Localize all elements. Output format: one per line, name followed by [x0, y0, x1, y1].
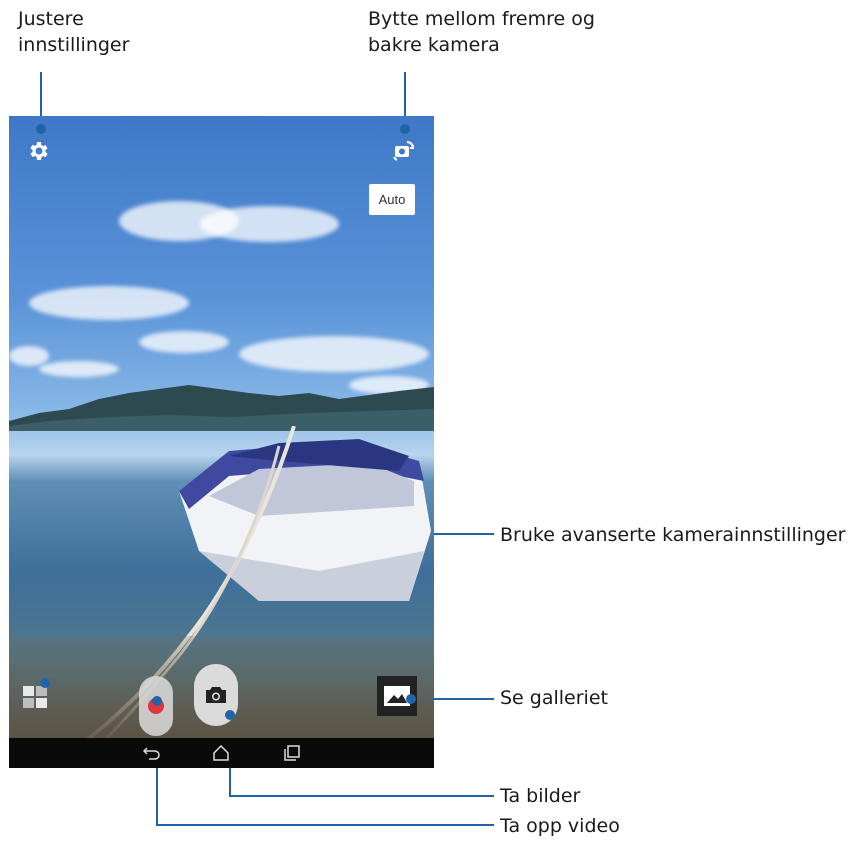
mode-auto-button[interactable]: Auto: [369, 184, 415, 215]
gear-icon: [30, 142, 48, 160]
camera-switch-icon: [393, 141, 414, 161]
switch-camera-button[interactable]: [389, 136, 419, 166]
recent-apps-button[interactable]: [281, 743, 303, 763]
annotation-dot-settings: [36, 124, 46, 134]
cloud: [199, 206, 339, 242]
callout-advanced: Bruke avanserte kamerainnstillinger: [500, 524, 846, 546]
annotation-line-photo-h: [229, 795, 494, 797]
callout-switch-line2: bakre kamera: [368, 34, 500, 56]
cloud: [139, 331, 229, 353]
annotation-dot-photo: [225, 710, 235, 720]
recent-apps-icon: [284, 745, 300, 761]
callout-settings: Justere innstillinger: [18, 6, 198, 58]
cloud: [29, 286, 189, 320]
annotation-dot-gallery: [406, 694, 416, 704]
settings-button[interactable]: [23, 136, 53, 166]
annotation-line-video-h: [156, 824, 494, 826]
home-button[interactable]: [210, 743, 232, 763]
camera-icon: [206, 687, 226, 703]
navigation-bar: [9, 738, 434, 768]
callout-settings-line1: Justere: [18, 8, 84, 30]
callout-settings-line2: innstillinger: [18, 34, 130, 56]
grid-icon: [23, 686, 47, 708]
cloud: [239, 336, 429, 372]
home-icon: [213, 745, 229, 761]
annotation-dot-video: [152, 696, 162, 706]
camera-viewfinder[interactable]: Auto: [9, 116, 434, 768]
annotation-dot-advanced: [40, 678, 50, 688]
callout-gallery: Se galleriet: [500, 687, 608, 709]
back-button[interactable]: [141, 743, 163, 763]
record-video-button[interactable]: [139, 676, 173, 736]
callout-take-photo: Ta bilder: [500, 785, 581, 807]
callout-switch-line1: Bytte mellom fremre og: [368, 8, 595, 30]
annotation-dot-switch: [400, 124, 410, 134]
callout-record-video: Ta opp video: [500, 815, 620, 837]
cloud: [9, 346, 49, 366]
callout-switch-camera: Bytte mellom fremre og bakre kamera: [368, 6, 668, 58]
back-icon: [143, 747, 160, 760]
advanced-settings-button[interactable]: [23, 686, 49, 710]
